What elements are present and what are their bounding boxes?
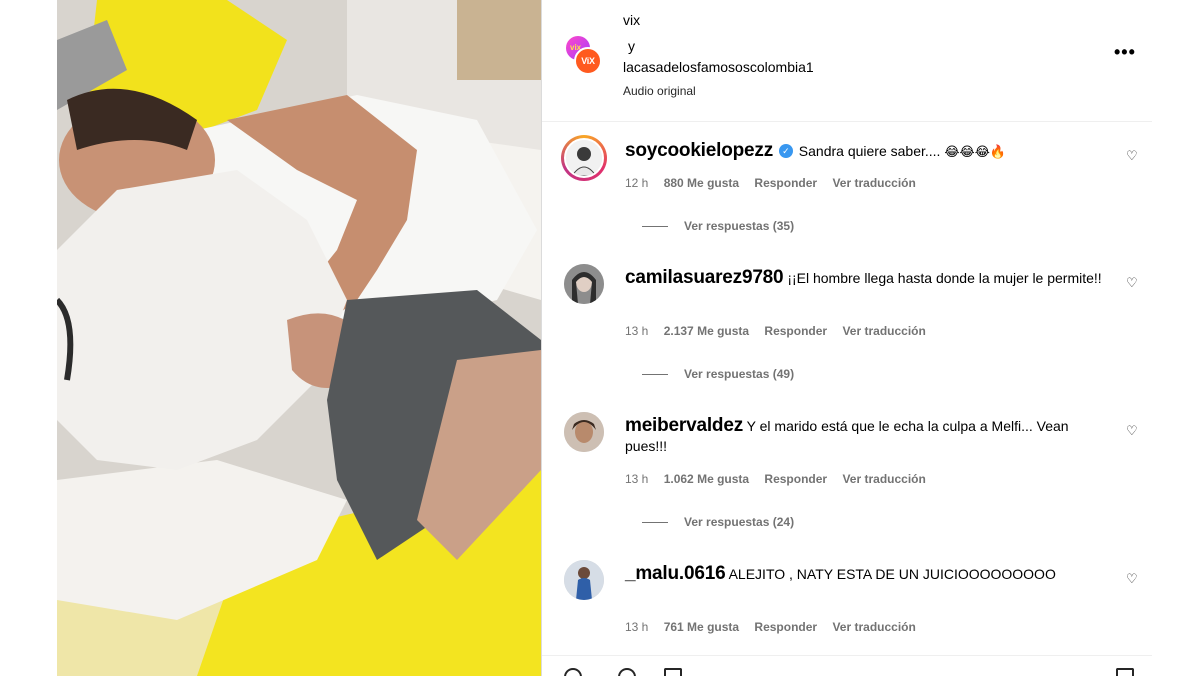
comments-list: soycookielopezz ✓ Sandra quiere saber...… xyxy=(542,122,1152,676)
view-replies-button[interactable]: Ver respuestas (49) xyxy=(642,367,794,381)
comment-username[interactable]: soycookielopezz xyxy=(625,140,773,161)
comment-icon[interactable] xyxy=(618,668,636,676)
translate-button[interactable]: Ver traducción xyxy=(842,324,925,338)
save-icon[interactable] xyxy=(1116,668,1134,676)
heart-icon[interactable]: ♡ xyxy=(1126,275,1138,291)
avatar-photo xyxy=(564,412,604,452)
video-frame xyxy=(57,0,541,676)
comment-meta: 13 h 2.137 Me gusta Responder Ver traduc… xyxy=(625,324,938,338)
reply-button[interactable]: Responder xyxy=(764,472,827,486)
comment-body: _malu.0616 ALEJITO , NATY ESTA DE UN JUI… xyxy=(625,564,1105,584)
comment-likes[interactable]: 761 Me gusta xyxy=(664,620,739,634)
actions-divider xyxy=(542,655,1152,656)
comment-likes[interactable]: 880 Me gusta xyxy=(664,176,739,190)
account-link-lacasa[interactable]: lacasadelosfamososcolombia1 xyxy=(623,58,814,76)
more-horizontal-icon[interactable]: ••• xyxy=(1114,42,1136,63)
account-link-vix[interactable]: vix xyxy=(623,11,640,29)
translate-button[interactable]: Ver traducción xyxy=(832,176,915,190)
comment-body: meibervaldez Y el marido está que le ech… xyxy=(625,416,1105,456)
reply-button[interactable]: Responder xyxy=(764,324,827,338)
translate-button[interactable]: Ver traducción xyxy=(842,472,925,486)
comment-meta: 12 h 880 Me gusta Responder Ver traducci… xyxy=(625,176,928,190)
comment-username[interactable]: _malu.0616 xyxy=(625,563,726,584)
comment-time[interactable]: 13 h xyxy=(625,620,648,634)
heart-icon[interactable]: ♡ xyxy=(1126,148,1138,164)
comment-avatar[interactable] xyxy=(564,264,604,304)
audio-link[interactable]: Audio original xyxy=(623,82,696,100)
comment-body: soycookielopezz ✓ Sandra quiere saber...… xyxy=(625,141,1105,163)
comment-text: ALEJITO , NATY ESTA DE UN JUICIOOOOOOOOO xyxy=(728,566,1056,582)
comment-avatar[interactable] xyxy=(561,135,607,181)
comment-emoji: 😂😂😂🔥 xyxy=(944,145,1007,160)
comment-text: ¡¡El hombre llega hasta donde la mujer l… xyxy=(787,270,1102,286)
comment-avatar[interactable] xyxy=(564,412,604,452)
collab-conjunction: y xyxy=(628,38,635,54)
avatar-photo xyxy=(564,560,604,600)
post-header: vix ViX vix y lacasadelosfamososcolombia… xyxy=(542,0,1152,122)
comment-time[interactable]: 13 h xyxy=(625,324,648,338)
heart-icon[interactable]: ♡ xyxy=(1126,571,1138,587)
post-media[interactable] xyxy=(57,0,541,676)
heart-icon[interactable]: ♡ xyxy=(1126,423,1138,439)
translate-button[interactable]: Ver traducción xyxy=(832,620,915,634)
avatar-lacasa[interactable]: ViX xyxy=(574,47,602,75)
comment-meta: 13 h 1.062 Me gusta Responder Ver traduc… xyxy=(625,472,938,486)
reply-button[interactable]: Responder xyxy=(754,176,817,190)
comment-username[interactable]: meibervaldez xyxy=(625,415,743,436)
replies-rule xyxy=(642,373,668,375)
comment-body: camilasuarez9780 ¡¡El hombre llega hasta… xyxy=(625,268,1105,288)
comment-likes[interactable]: 2.137 Me gusta xyxy=(664,324,749,338)
avatar-photo xyxy=(564,264,604,304)
avatar-lacasa-label: ViX xyxy=(581,56,595,66)
verified-badge-icon: ✓ xyxy=(778,144,793,158)
action-bar xyxy=(542,668,1152,676)
share-icon[interactable] xyxy=(664,668,682,676)
view-replies-button[interactable]: Ver respuestas (24) xyxy=(642,515,794,529)
view-replies-label: Ver respuestas (35) xyxy=(684,219,795,233)
view-replies-label: Ver respuestas (49) xyxy=(684,367,795,381)
comment-time[interactable]: 12 h xyxy=(625,176,648,190)
comment-likes[interactable]: 1.062 Me gusta xyxy=(664,472,749,486)
comment-meta: 13 h 761 Me gusta Responder Ver traducci… xyxy=(625,620,928,634)
like-icon[interactable] xyxy=(564,668,582,676)
reply-button[interactable]: Responder xyxy=(754,620,817,634)
comment-time[interactable]: 13 h xyxy=(625,472,648,486)
comment-username[interactable]: camilasuarez9780 xyxy=(625,267,784,288)
view-replies-label: Ver respuestas (24) xyxy=(684,515,795,529)
view-replies-button[interactable]: Ver respuestas (35) xyxy=(642,219,794,233)
replies-rule xyxy=(642,225,668,227)
comment-avatar[interactable] xyxy=(564,560,604,600)
comment-text: Sandra quiere saber.... xyxy=(798,143,941,159)
replies-rule xyxy=(642,521,668,523)
avatar-photo xyxy=(566,140,602,176)
collab-avatars[interactable]: vix ViX xyxy=(564,34,606,76)
